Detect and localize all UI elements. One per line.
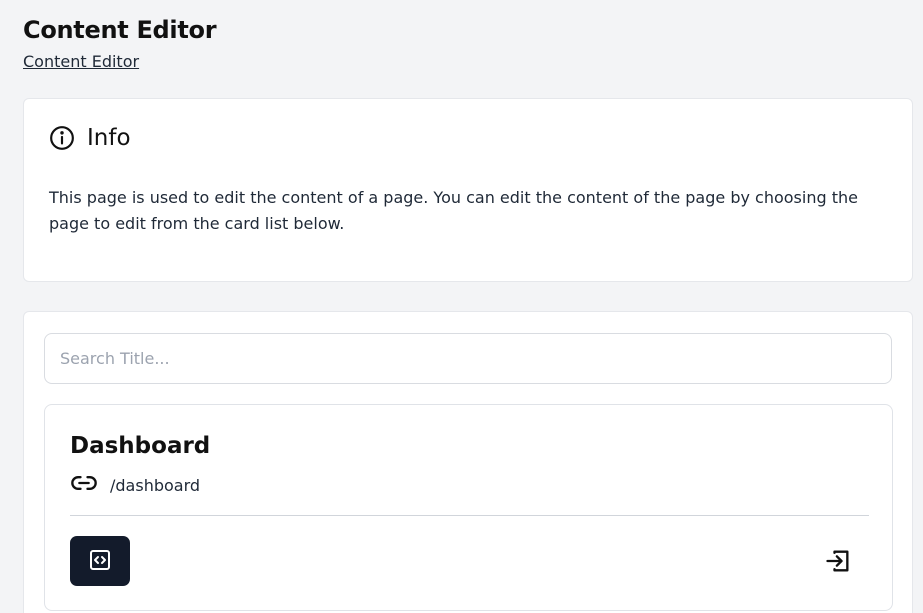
page-card-link: /dashboard (70, 469, 200, 501)
page-path: /dashboard (110, 475, 201, 495)
info-circle-icon (49, 125, 75, 151)
divider (70, 515, 869, 516)
edit-content-button[interactable] (70, 536, 130, 586)
page-title: Content Editor (23, 16, 217, 44)
info-card: Info This page is used to edit the conte… (23, 98, 913, 282)
open-page-icon (824, 547, 852, 578)
info-title: Info (87, 125, 131, 151)
page-card-title: Dashboard (70, 433, 211, 459)
page-card: Dashboard /dashboard (44, 404, 893, 611)
page-list-card: Dashboard /dashboard (23, 311, 913, 613)
code-icon (88, 548, 112, 575)
info-header: Info (49, 125, 131, 151)
open-page-button[interactable] (819, 543, 857, 581)
breadcrumb[interactable]: Content Editor (23, 52, 139, 71)
search-input[interactable] (44, 333, 892, 384)
info-description: This page is used to edit the content of… (49, 188, 858, 233)
link-icon (70, 469, 98, 501)
